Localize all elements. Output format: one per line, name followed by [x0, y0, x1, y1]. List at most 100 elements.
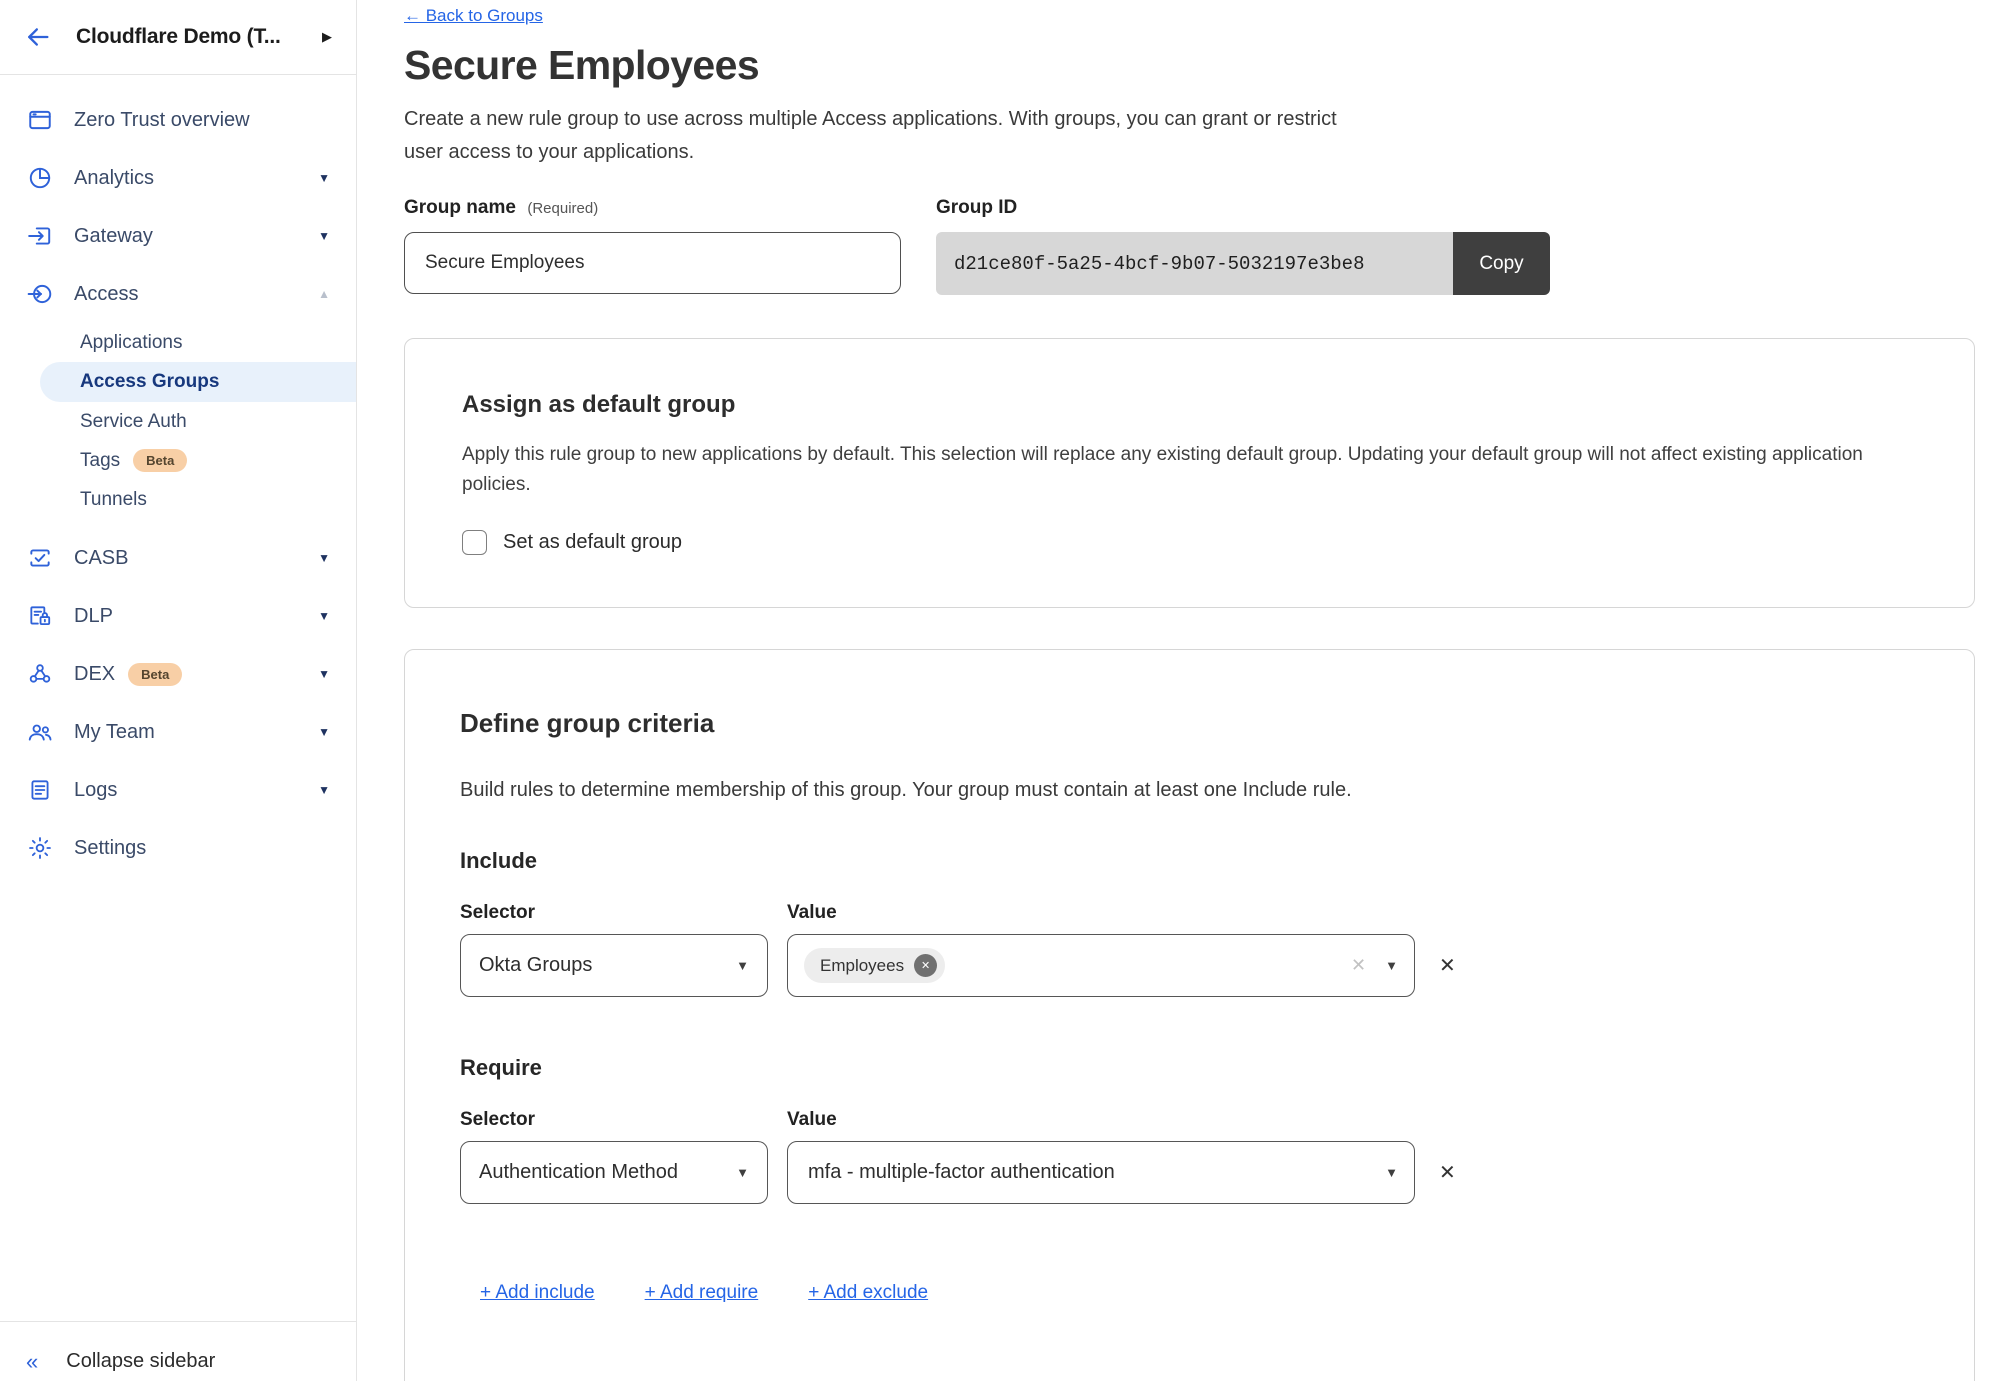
criteria-card-title: Define group criteria — [460, 708, 1919, 739]
logs-icon — [26, 777, 53, 804]
criteria-card-description: Build rules to determine membership of t… — [460, 779, 1919, 802]
value-chip-label: Employees — [820, 956, 904, 976]
sidebar-item-label: Zero Trust overview — [74, 109, 250, 132]
back-to-groups-link[interactable]: ← Back to Groups — [404, 6, 543, 26]
collapse-sidebar-label: Collapse sidebar — [66, 1350, 215, 1373]
require-rule-row: Authentication Method ▼ mfa - multiple-f… — [460, 1141, 1919, 1204]
chevron-down-icon: ▼ — [1385, 1165, 1398, 1180]
require-value-dropdown[interactable]: mfa - multiple-factor authentication ▼ — [787, 1141, 1415, 1204]
remove-require-rule-icon[interactable]: ✕ — [1439, 1160, 1456, 1185]
sidebar-item-label: DEX — [74, 663, 115, 686]
sidebar-subitem-label: Access Groups — [80, 371, 219, 393]
include-heading: Include — [460, 848, 1919, 874]
require-selector-dropdown[interactable]: Authentication Method ▼ — [460, 1141, 768, 1204]
document-lock-icon — [26, 603, 53, 630]
sidebar-item-service-auth[interactable]: Service Auth — [0, 402, 356, 441]
copy-button[interactable]: Copy — [1453, 232, 1550, 295]
sidebar-item-gateway[interactable]: Gateway ▼ — [0, 207, 356, 265]
sidebar-item-access[interactable]: Access ▲ — [0, 265, 356, 323]
app-root: Cloudflare Demo (T... ▶ Zero Trust overv… — [0, 0, 1999, 1381]
group-name-label: Group name — [404, 197, 516, 218]
window-icon — [26, 107, 53, 134]
sidebar-item-access-groups[interactable]: Access Groups — [40, 362, 356, 402]
remove-include-rule-icon[interactable]: ✕ — [1439, 953, 1456, 978]
set-default-group-row: Set as default group — [462, 530, 1917, 555]
require-heading: Require — [460, 1055, 1919, 1081]
sidebar-item-logs[interactable]: Logs ▼ — [0, 761, 356, 819]
sidebar: Cloudflare Demo (T... ▶ Zero Trust overv… — [0, 0, 357, 1381]
sidebar-subitem-label: Service Auth — [80, 411, 187, 433]
include-rule-row: Okta Groups ▼ Employees ✕ ✕ ▼ ✕ — [460, 934, 1919, 997]
account-switcher-icon[interactable]: ▶ — [322, 29, 332, 45]
sidebar-item-label: Gateway — [74, 225, 153, 248]
back-arrow-icon[interactable] — [24, 23, 52, 51]
sidebar-item-dex[interactable]: DEX Beta ▼ — [0, 645, 356, 703]
sidebar-item-label: DLP — [74, 605, 113, 628]
casb-icon — [26, 545, 53, 572]
include-value-multiselect[interactable]: Employees ✕ ✕ ▼ — [787, 934, 1415, 997]
include-selector-value: Okta Groups — [479, 954, 592, 977]
criteria-card: Define group criteria Build rules to det… — [404, 649, 1975, 1381]
sidebar-item-zero-trust-overview[interactable]: Zero Trust overview — [0, 91, 356, 149]
sidebar-item-casb[interactable]: CASB ▼ — [0, 529, 356, 587]
sidebar-subitem-label: Applications — [80, 332, 182, 354]
sidebar-item-my-team[interactable]: My Team ▼ — [0, 703, 356, 761]
page-title: Secure Employees — [404, 42, 1975, 89]
chevron-down-icon[interactable]: ▼ — [318, 171, 330, 185]
sidebar-item-tunnels[interactable]: Tunnels — [0, 480, 356, 519]
chevron-down-icon[interactable]: ▼ — [318, 551, 330, 565]
account-title: Cloudflare Demo (T... — [76, 25, 314, 49]
main-content: ← Back to Groups Secure Employees Create… — [357, 0, 1999, 1381]
group-name-input[interactable] — [404, 232, 901, 294]
chevron-down-icon[interactable]: ▼ — [318, 667, 330, 681]
group-id-label: Group ID — [936, 197, 1550, 219]
sidebar-item-label: My Team — [74, 721, 155, 744]
chip-remove-icon[interactable]: ✕ — [914, 954, 937, 977]
sidebar-item-label: CASB — [74, 547, 128, 570]
chevron-down-icon: ▼ — [736, 1165, 749, 1180]
clear-value-icon[interactable]: ✕ — [1351, 955, 1366, 976]
group-name-id-row: Group name (Required) Group ID d21ce80f-… — [404, 197, 1975, 295]
group-id-value: d21ce80f-5a25-4bcf-9b07-5032197e3be8 — [936, 232, 1453, 295]
set-default-group-label: Set as default group — [503, 531, 682, 554]
value-label: Value — [787, 1109, 837, 1131]
chevron-down-icon[interactable]: ▼ — [318, 609, 330, 623]
sidebar-item-label: Settings — [74, 837, 146, 860]
sidebar-item-label: Logs — [74, 779, 117, 802]
require-selector-value: Authentication Method — [479, 1161, 678, 1184]
sidebar-item-analytics[interactable]: Analytics ▼ — [0, 149, 356, 207]
sidebar-item-dlp[interactable]: DLP ▼ — [0, 587, 356, 645]
sidebar-item-label: Access — [74, 283, 138, 306]
access-icon — [26, 281, 53, 308]
require-value: mfa - multiple-factor authentication — [804, 1161, 1115, 1184]
chevron-down-icon[interactable]: ▼ — [318, 783, 330, 797]
default-group-card-description: Apply this rule group to new application… — [462, 440, 1882, 500]
chevron-up-icon[interactable]: ▲ — [318, 287, 330, 301]
sidebar-subitem-label: Tunnels — [80, 489, 147, 511]
sidebar-item-settings[interactable]: Settings — [0, 819, 356, 877]
gear-icon — [26, 835, 53, 862]
pie-chart-icon — [26, 165, 53, 192]
chevron-down-icon: ▼ — [1385, 958, 1398, 973]
value-label: Value — [787, 902, 837, 924]
sidebar-item-tags[interactable]: Tags Beta — [0, 441, 356, 480]
default-group-card-title: Assign as default group — [462, 391, 1917, 419]
set-default-group-checkbox[interactable] — [462, 530, 487, 555]
chevron-down-icon[interactable]: ▼ — [318, 229, 330, 243]
page-description: Create a new rule group to use across mu… — [404, 103, 1376, 169]
sidebar-item-applications[interactable]: Applications — [0, 323, 356, 362]
chevron-down-icon[interactable]: ▼ — [318, 725, 330, 739]
require-rule-labels: Selector Value — [460, 1109, 1919, 1131]
add-rule-links: + Add include + Add require + Add exclud… — [480, 1282, 1919, 1304]
add-require-link[interactable]: + Add require — [645, 1282, 759, 1304]
value-chip: Employees ✕ — [804, 948, 945, 983]
include-rule-labels: Selector Value — [460, 902, 1919, 924]
add-exclude-link[interactable]: + Add exclude — [808, 1282, 928, 1304]
collapse-sidebar-button[interactable]: « Collapse sidebar — [0, 1321, 356, 1381]
chevron-down-icon: ▼ — [736, 958, 749, 973]
network-cluster-icon — [26, 661, 53, 688]
sidebar-item-label: Analytics — [74, 167, 154, 190]
add-include-link[interactable]: + Add include — [480, 1282, 595, 1304]
collapse-icon: « — [26, 1349, 38, 1375]
include-selector-dropdown[interactable]: Okta Groups ▼ — [460, 934, 768, 997]
